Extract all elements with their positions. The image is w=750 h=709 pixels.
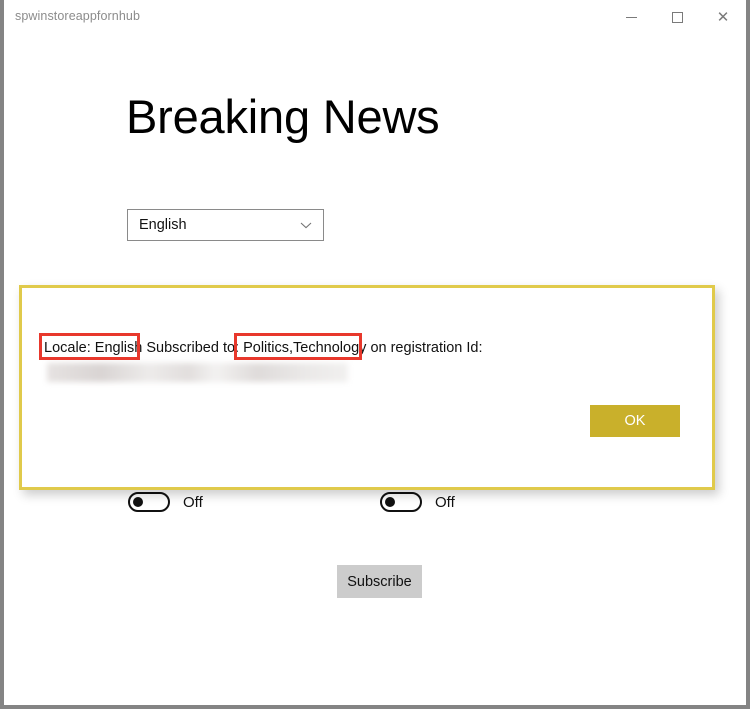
confirmation-dialog: Locale: English Subscribed to: Politics,… — [19, 285, 715, 490]
toggle-politics-track — [128, 492, 170, 512]
locale-select-value: English — [139, 217, 187, 233]
dialog-message-tail: on registration Id: — [366, 340, 483, 356]
registration-id-redacted — [47, 363, 348, 382]
chevron-down-icon — [299, 218, 313, 232]
maximize-icon — [671, 11, 683, 23]
toggle-technology-knob — [385, 497, 395, 507]
close-icon: ✕ — [716, 7, 730, 26]
close-button[interactable]: ✕ — [700, 0, 746, 34]
app-window: spwinstoreappfornhub ✕ Breaking News Eng… — [0, 0, 750, 709]
title-bar: spwinstoreappfornhub ✕ — [4, 0, 746, 34]
window-controls: ✕ — [608, 0, 746, 34]
toggle-technology-label: Off — [435, 493, 455, 511]
dialog-message: Locale: English Subscribed to: Politics,… — [44, 340, 483, 357]
window-title: spwinstoreappfornhub — [15, 9, 140, 23]
toggle-politics[interactable]: Off — [128, 492, 203, 512]
toggle-technology[interactable]: Off — [380, 492, 455, 512]
maximize-button[interactable] — [654, 0, 700, 34]
page-title: Breaking News — [126, 90, 440, 143]
minimize-icon — [625, 16, 637, 18]
dialog-message-topics: Politics,Technology — [243, 340, 367, 356]
toggle-politics-knob — [133, 497, 143, 507]
minimize-button[interactable] — [608, 0, 654, 34]
dialog-ok-button[interactable]: OK — [590, 405, 680, 437]
toggle-politics-label: Off — [183, 493, 203, 511]
subscribe-button[interactable]: Subscribe — [337, 565, 422, 598]
locale-select[interactable]: English — [127, 209, 324, 241]
dialog-message-locale: Locale: English — [44, 340, 143, 356]
toggle-technology-track — [380, 492, 422, 512]
dialog-message-middle: Subscribed to: — [142, 340, 244, 356]
